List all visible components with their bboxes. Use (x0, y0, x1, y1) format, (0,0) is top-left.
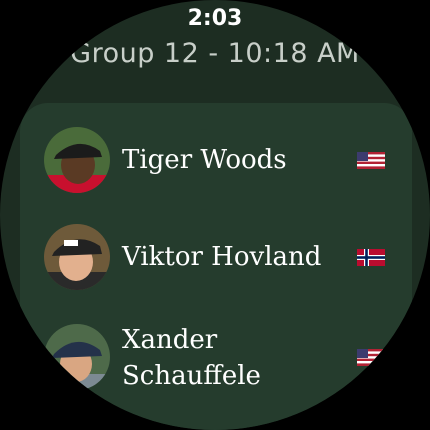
player-list-card: Tiger Woods Viktor Hovland Xander Schauf… (20, 103, 412, 430)
player-row-tiger-woods[interactable]: Tiger Woods (44, 127, 394, 197)
player-name-last: Schauffele (122, 361, 261, 391)
status-time: 2:03 (187, 6, 243, 31)
player-avatar (44, 127, 110, 193)
usa-flag-icon (357, 152, 385, 169)
player-name: Tiger Woods (122, 145, 287, 175)
norway-flag-icon (357, 249, 385, 266)
group-header-title: Group 12 - 10:18 AM (70, 38, 360, 69)
player-row-xander-schauffele[interactable]: Xander Schauffele (44, 324, 394, 424)
player-avatar (44, 324, 110, 390)
usa-flag-icon (357, 349, 385, 366)
player-name-first: Xander (122, 325, 218, 355)
player-row-viktor-hovland[interactable]: Viktor Hovland (44, 224, 394, 294)
player-name: Viktor Hovland (122, 242, 322, 272)
player-avatar (44, 224, 110, 290)
watch-screen: 2:03 Group 12 - 10:18 AM Tiger Woods Vik… (0, 0, 430, 430)
